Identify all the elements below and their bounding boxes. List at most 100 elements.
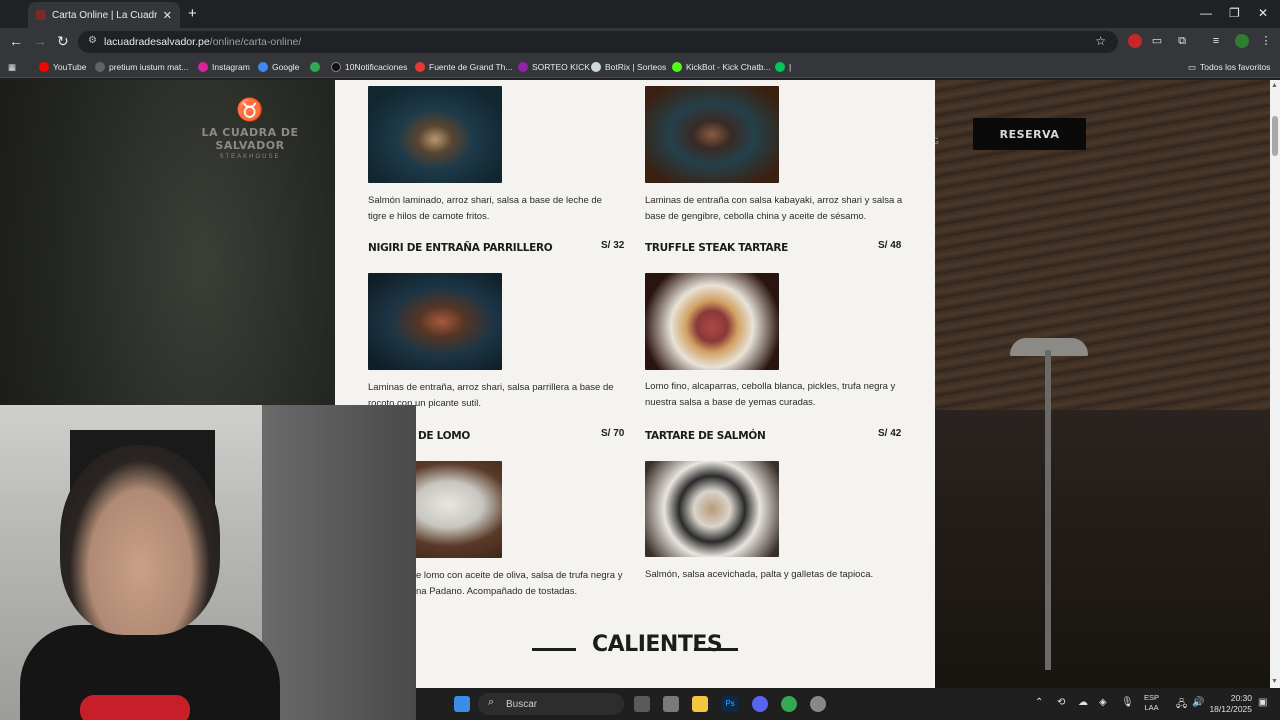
bull-logo-icon: ♉ — [236, 97, 264, 122]
task-view-icon[interactable] — [634, 696, 650, 712]
bookmark-kickbot[interactable]: KickBot - Kick Chatb... — [672, 60, 771, 74]
extension-red-icon[interactable] — [1128, 34, 1142, 48]
dish-name: NIGIRI DE ENTRAÑA PARRILLERO — [368, 242, 553, 254]
bookmark-sorteo-kick[interactable]: SORTEO KICK — [518, 60, 590, 74]
profile-avatar[interactable] — [1235, 34, 1249, 48]
reload-icon[interactable]: ↻ — [57, 33, 69, 50]
bookmarks-bar: ▦ YouTube pretium iustum mat... Instagra… — [0, 56, 1280, 78]
webcam-door — [262, 405, 416, 720]
dish-description-line: na Padano. Acompañado de tostadas. — [416, 586, 578, 597]
url-domain: lacuadradesalvador.pe — [104, 36, 210, 48]
bookmark-instagram[interactable]: Instagram — [198, 60, 250, 74]
restore-icon[interactable]: ❐ — [1229, 6, 1240, 20]
menu-content: Salmón laminado, arroz shari, salsa a ba… — [335, 80, 935, 688]
dish-name: TRUFFLE STEAK TARTARE — [645, 242, 788, 254]
dish-image — [645, 461, 779, 557]
taskbar-search[interactable]: ⌕ Buscar — [478, 693, 624, 715]
bookmark-unnamed[interactable] — [310, 60, 320, 74]
logo-name: LA CUADRA DE SALVADOR — [201, 126, 299, 152]
apps-grid-icon[interactable]: ▦ — [8, 60, 16, 74]
kick-icon — [518, 62, 528, 72]
logo-sub: STEAKHOUSE — [219, 154, 281, 160]
heater-pole — [1045, 350, 1051, 670]
windows-start-icon[interactable] — [454, 696, 470, 712]
bookmark-10notificaciones[interactable]: 10Notificaciones — [331, 60, 407, 74]
close-tab-icon[interactable]: ✕ — [163, 9, 172, 22]
search-icon: ⌕ — [488, 696, 495, 708]
volume-icon[interactable]: 🔊 — [1192, 697, 1204, 708]
dish-name: DE LOMO — [418, 430, 471, 442]
page-scrollbar[interactable]: ▲ ▼ — [1270, 80, 1280, 688]
tray-security-icon[interactable]: ◈ — [1099, 697, 1107, 708]
close-window-icon[interactable]: ✕ — [1258, 6, 1268, 20]
clock[interactable]: 20:30 18/12/2025 — [1206, 693, 1252, 715]
bookmark-youtube[interactable]: YouTube — [39, 60, 86, 74]
photoshop-icon[interactable]: Ps — [722, 696, 738, 712]
address-bar[interactable]: ⚙ lacuadradesalvador.pe/online/carta-onl… — [78, 31, 1118, 53]
bookmark-botrix[interactable]: BotRix | Sorteos — [591, 60, 666, 74]
bookmark-pretium[interactable]: pretium iustum mat... — [95, 60, 188, 74]
tray-onedrive-icon[interactable]: ☁ — [1078, 697, 1088, 708]
dish-price: S/ 70 — [601, 428, 625, 439]
background-right-photo — [935, 80, 1270, 688]
site-favicon-icon — [36, 10, 46, 20]
tab-title: Carta Online | La Cuadra de Sal — [52, 9, 157, 21]
webcam-person-head — [60, 445, 220, 635]
usb-icon[interactable] — [663, 696, 679, 712]
webcam-overlay — [0, 405, 416, 720]
chrome-icon[interactable] — [781, 696, 797, 712]
pinwheel-icon — [310, 62, 320, 72]
kickbot-icon — [672, 62, 682, 72]
tab-strip: Carta Online | La Cuadra de Sal ✕ + — ❐ … — [0, 0, 1280, 28]
dish-price: S/ 32 — [601, 240, 625, 251]
folder-icon: ▭ — [1188, 61, 1197, 72]
dish-name: TARTARE DE SALMÓN — [645, 430, 766, 442]
dish-image — [645, 86, 779, 183]
dish-price: S/ 48 — [878, 240, 902, 251]
browser-toolbar: ← → ↻ ⚙ lacuadradesalvador.pe/online/car… — [0, 28, 1280, 56]
notifications-icon[interactable]: ▣ — [1258, 697, 1267, 708]
dish-image — [368, 273, 502, 370]
extensions-puzzle-icon[interactable]: ⧉ — [1175, 34, 1189, 48]
new-tab-icon[interactable]: + — [188, 5, 197, 22]
extension-card-icon[interactable]: ▭ — [1150, 34, 1164, 48]
language-indicator[interactable]: ESP LAA — [1144, 693, 1159, 713]
taskbar: ⌕ Buscar Ps ⌃ ⟲ ☁ ◈ 🎙 ESP LAA 🖧 🔊 20:30 … — [416, 688, 1280, 720]
instagram-icon — [198, 62, 208, 72]
dish-description: Laminas de entraña con salsa kabayaki, a… — [645, 195, 903, 222]
forward-icon[interactable]: → — [33, 33, 47, 49]
scroll-up-icon[interactable]: ▲ — [1271, 82, 1278, 89]
dish-price: S/ 42 — [878, 428, 902, 439]
bookmark-fuente-gta[interactable]: Fuente de Grand Th... — [415, 60, 512, 74]
app-icon[interactable] — [810, 696, 826, 712]
discord-icon[interactable] — [752, 696, 768, 712]
section-rule-right — [694, 648, 738, 651]
media-control-icon[interactable]: ≡ — [1209, 34, 1223, 48]
webcam-microphone — [80, 695, 190, 720]
minimize-icon[interactable]: — — [1200, 6, 1212, 20]
network-icon[interactable]: 🖧 — [1176, 697, 1187, 714]
scrollbar-thumb[interactable] — [1272, 116, 1278, 156]
youtube-icon — [39, 62, 49, 72]
section-rule-left — [532, 648, 576, 651]
site-info-icon[interactable]: ⚙ — [88, 35, 97, 46]
x-icon — [331, 62, 341, 72]
google-icon — [258, 62, 268, 72]
bookmark-green[interactable]: | — [775, 60, 791, 74]
bookmark-star-icon[interactable]: ☆ — [1095, 34, 1106, 48]
scroll-down-icon[interactable]: ▼ — [1271, 678, 1278, 685]
tray-overflow-icon[interactable]: ⌃ — [1035, 697, 1043, 708]
site-logo[interactable]: ♉ LA CUADRA DE SALVADOR STEAKHOUSE — [185, 97, 315, 161]
tray-mic-icon[interactable]: 🎙 — [1121, 697, 1134, 708]
tray-sync-icon[interactable]: ⟲ — [1057, 697, 1065, 708]
dish-image[interactable] — [645, 273, 779, 370]
file-explorer-icon[interactable] — [692, 696, 708, 712]
dish-image — [368, 86, 502, 183]
bookmark-google[interactable]: Google — [258, 60, 299, 74]
dish-description: Salmón, salsa acevichada, palta y gallet… — [645, 569, 874, 580]
back-icon[interactable]: ← — [9, 33, 23, 49]
all-bookmarks[interactable]: ▭ Todos los favoritos — [1188, 60, 1270, 74]
reserve-button[interactable]: RESERVA — [973, 118, 1086, 150]
menu-kebab-icon[interactable]: ⋮ — [1259, 34, 1273, 48]
tab-carta-online[interactable]: Carta Online | La Cuadra de Sal ✕ — [28, 2, 180, 28]
